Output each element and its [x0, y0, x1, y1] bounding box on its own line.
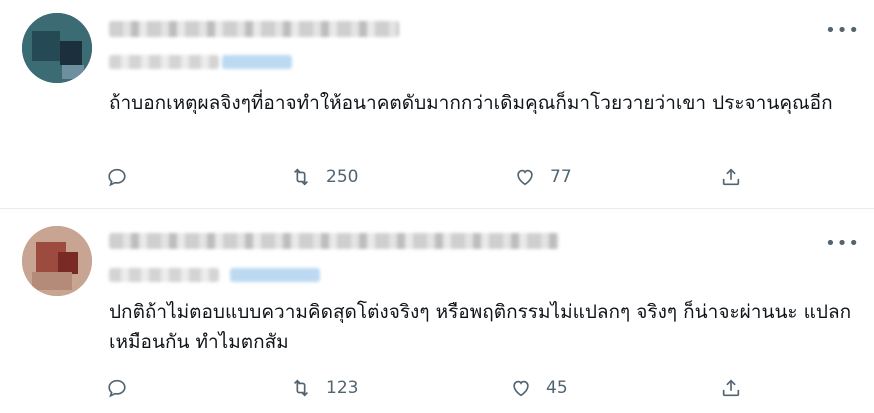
retweet-button[interactable]: 250	[290, 162, 358, 192]
reply-text: ปกติถ้าไม่ตอบแบบความคิดสุดโต่งจริงๆ หรือ…	[109, 301, 852, 353]
retweet-button[interactable]: 123	[290, 373, 358, 403]
heart-icon	[513, 380, 529, 397]
blurred-mention-link[interactable]	[222, 55, 292, 69]
blurred-handle	[109, 268, 219, 282]
share-button[interactable]	[720, 373, 742, 403]
like-count: 45	[546, 378, 568, 398]
more-options-button[interactable]: •••	[825, 233, 860, 254]
share-button[interactable]	[720, 162, 742, 192]
like-count: 77	[550, 167, 572, 187]
retweet-count: 123	[326, 378, 359, 398]
blurred-handle	[109, 55, 219, 69]
share-icon	[722, 168, 740, 186]
like-button[interactable]: 45	[510, 373, 568, 403]
blurred-display-name[interactable]	[109, 233, 559, 249]
reply-card[interactable]: ••• ถ้าบอกเหตุผลจิงๆที่อาจทำให้อนาคตดับม…	[0, 0, 874, 208]
retweet-icon	[293, 168, 309, 186]
heart-icon	[517, 169, 533, 186]
blurred-mention-link[interactable]	[230, 268, 320, 282]
reply-card[interactable]: ••• ปกติถ้าไม่ตอบแบบความคิดสุดโต่งจริงๆ …	[0, 209, 874, 413]
avatar[interactable]	[22, 226, 92, 296]
avatar[interactable]	[22, 13, 92, 83]
more-options-button[interactable]: •••	[825, 20, 860, 41]
retweet-icon	[293, 379, 309, 397]
blurred-display-name[interactable]	[109, 21, 399, 37]
reply-button[interactable]	[106, 373, 128, 403]
share-icon	[722, 379, 740, 397]
reply-button[interactable]	[106, 162, 128, 192]
reply-text: ถ้าบอกเหตุผลจิงๆที่อาจทำให้อนาคตดับมากกว…	[109, 92, 833, 114]
action-bar: 123 45	[106, 373, 756, 403]
action-bar: 250 77	[106, 162, 756, 192]
retweet-count: 250	[326, 167, 359, 187]
reply-icon	[108, 168, 126, 187]
reply-icon	[108, 379, 126, 398]
like-button[interactable]: 77	[514, 162, 572, 192]
